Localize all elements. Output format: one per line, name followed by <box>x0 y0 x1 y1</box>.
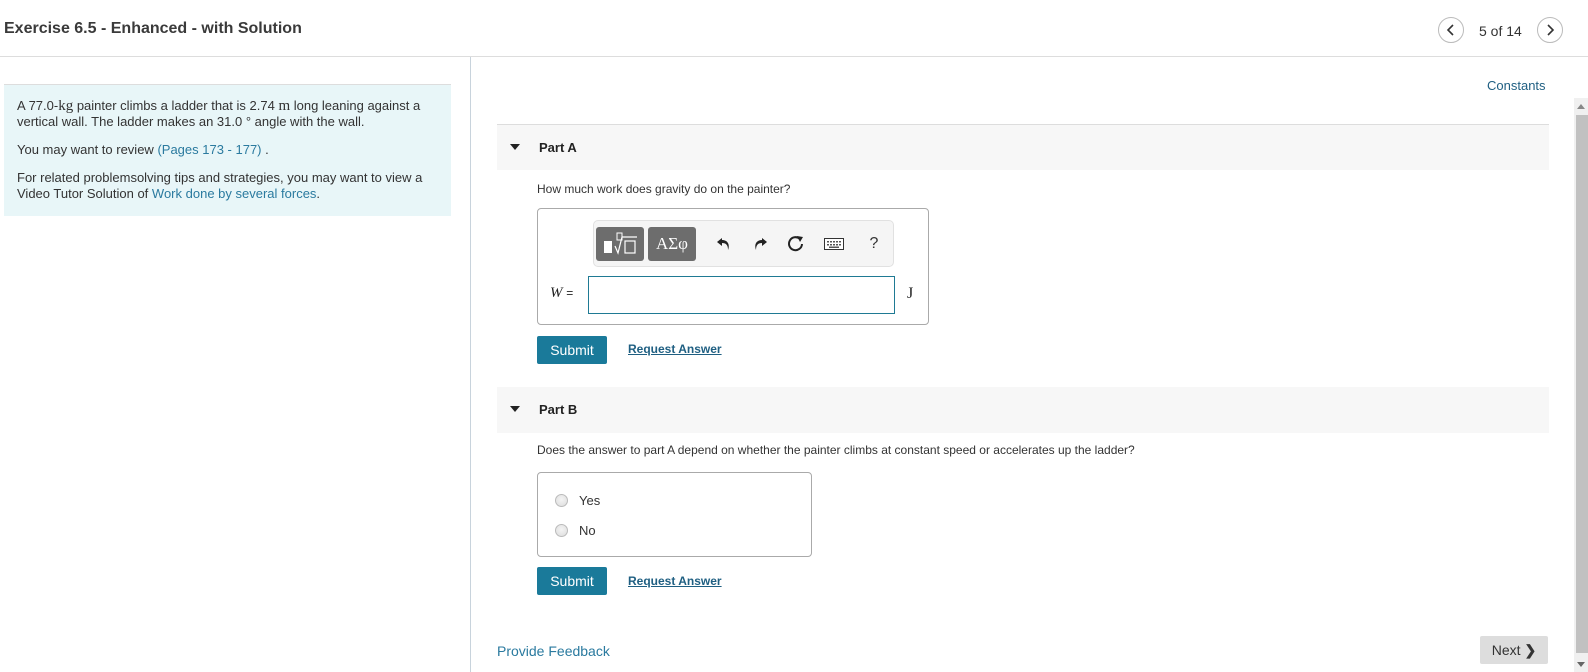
review-pages-link[interactable]: (Pages 173 - 177) <box>157 142 261 157</box>
arrow-down-icon <box>1577 661 1585 667</box>
part-a-submit-button[interactable]: Submit <box>537 336 607 364</box>
scroll-down-arrow[interactable] <box>1574 656 1588 672</box>
arrow-up-icon <box>1577 103 1585 109</box>
caret-down-icon <box>510 144 520 150</box>
chevron-right-icon: ❯ <box>1524 641 1537 658</box>
variable-label: W = <box>550 285 574 301</box>
problem-text: A 77.0-kg painter climbs a ladder that i… <box>17 98 421 129</box>
mass-unit: kg <box>58 98 74 114</box>
page-title: Exercise 6.5 - Enhanced - with Solution <box>4 20 302 37</box>
part-b-title: Part B <box>539 402 578 417</box>
radio-no[interactable] <box>555 524 568 537</box>
math-toolbar: ΑΣφ ? <box>593 220 894 267</box>
tips-text: For related problemsolving tips and stra… <box>17 170 423 201</box>
review-text: You may want to review (Pages 173 - 177)… <box>17 142 269 157</box>
choice-no[interactable]: No <box>555 523 596 538</box>
panel-divider <box>470 57 471 672</box>
part-b-choices: Yes No <box>537 472 812 557</box>
keyboard-icon[interactable] <box>824 234 844 254</box>
scroll-up-arrow[interactable] <box>1574 98 1588 114</box>
choice-yes[interactable]: Yes <box>555 493 600 508</box>
video-tutor-link[interactable]: Work done by several forces <box>152 186 317 201</box>
work-answer-input[interactable] <box>588 276 895 314</box>
part-b-submit-button[interactable]: Submit <box>537 567 607 595</box>
scroll-thumb[interactable] <box>1576 115 1588 653</box>
provide-feedback-link[interactable]: Provide Feedback <box>497 643 610 659</box>
item-pager: 5 of 14 <box>1479 23 1522 39</box>
caret-down-icon <box>510 406 520 412</box>
length-unit: m <box>278 98 291 114</box>
chevron-right-icon <box>1547 24 1555 36</box>
reset-icon[interactable] <box>786 234 806 254</box>
templates-button[interactable] <box>596 227 644 261</box>
part-b-question: Does the answer to part A depend on whet… <box>537 443 1135 457</box>
template-radical-icon <box>604 232 637 255</box>
part-b-header[interactable]: Part B <box>497 387 1549 433</box>
part-a-title: Part A <box>539 140 577 155</box>
part-a-answer-box: ΑΣφ ? W = J <box>537 208 929 325</box>
redo-icon[interactable] <box>750 234 770 254</box>
part-a-question: How much work does gravity do on the pai… <box>537 182 791 196</box>
previous-item-button[interactable] <box>1438 17 1464 43</box>
radio-yes[interactable] <box>555 494 568 507</box>
next-button[interactable]: Next ❯ <box>1480 636 1548 664</box>
unit-label: J <box>907 285 914 302</box>
next-item-button[interactable] <box>1537 17 1563 43</box>
constants-link[interactable]: Constants <box>1487 78 1546 93</box>
undo-icon[interactable] <box>714 234 734 254</box>
greek-symbols-button[interactable]: ΑΣφ <box>648 227 696 261</box>
chevron-left-icon <box>1446 24 1454 36</box>
page-header: Exercise 6.5 - Enhanced - with Solution … <box>0 0 1588 57</box>
help-button[interactable]: ? <box>864 234 884 254</box>
vertical-scrollbar[interactable] <box>1574 98 1588 672</box>
part-b-request-answer-link[interactable]: Request Answer <box>628 574 722 588</box>
part-a-header[interactable]: Part A <box>497 124 1549 170</box>
problem-statement-panel: A 77.0-kg painter climbs a ladder that i… <box>4 84 451 216</box>
part-a-request-answer-link[interactable]: Request Answer <box>628 342 722 356</box>
